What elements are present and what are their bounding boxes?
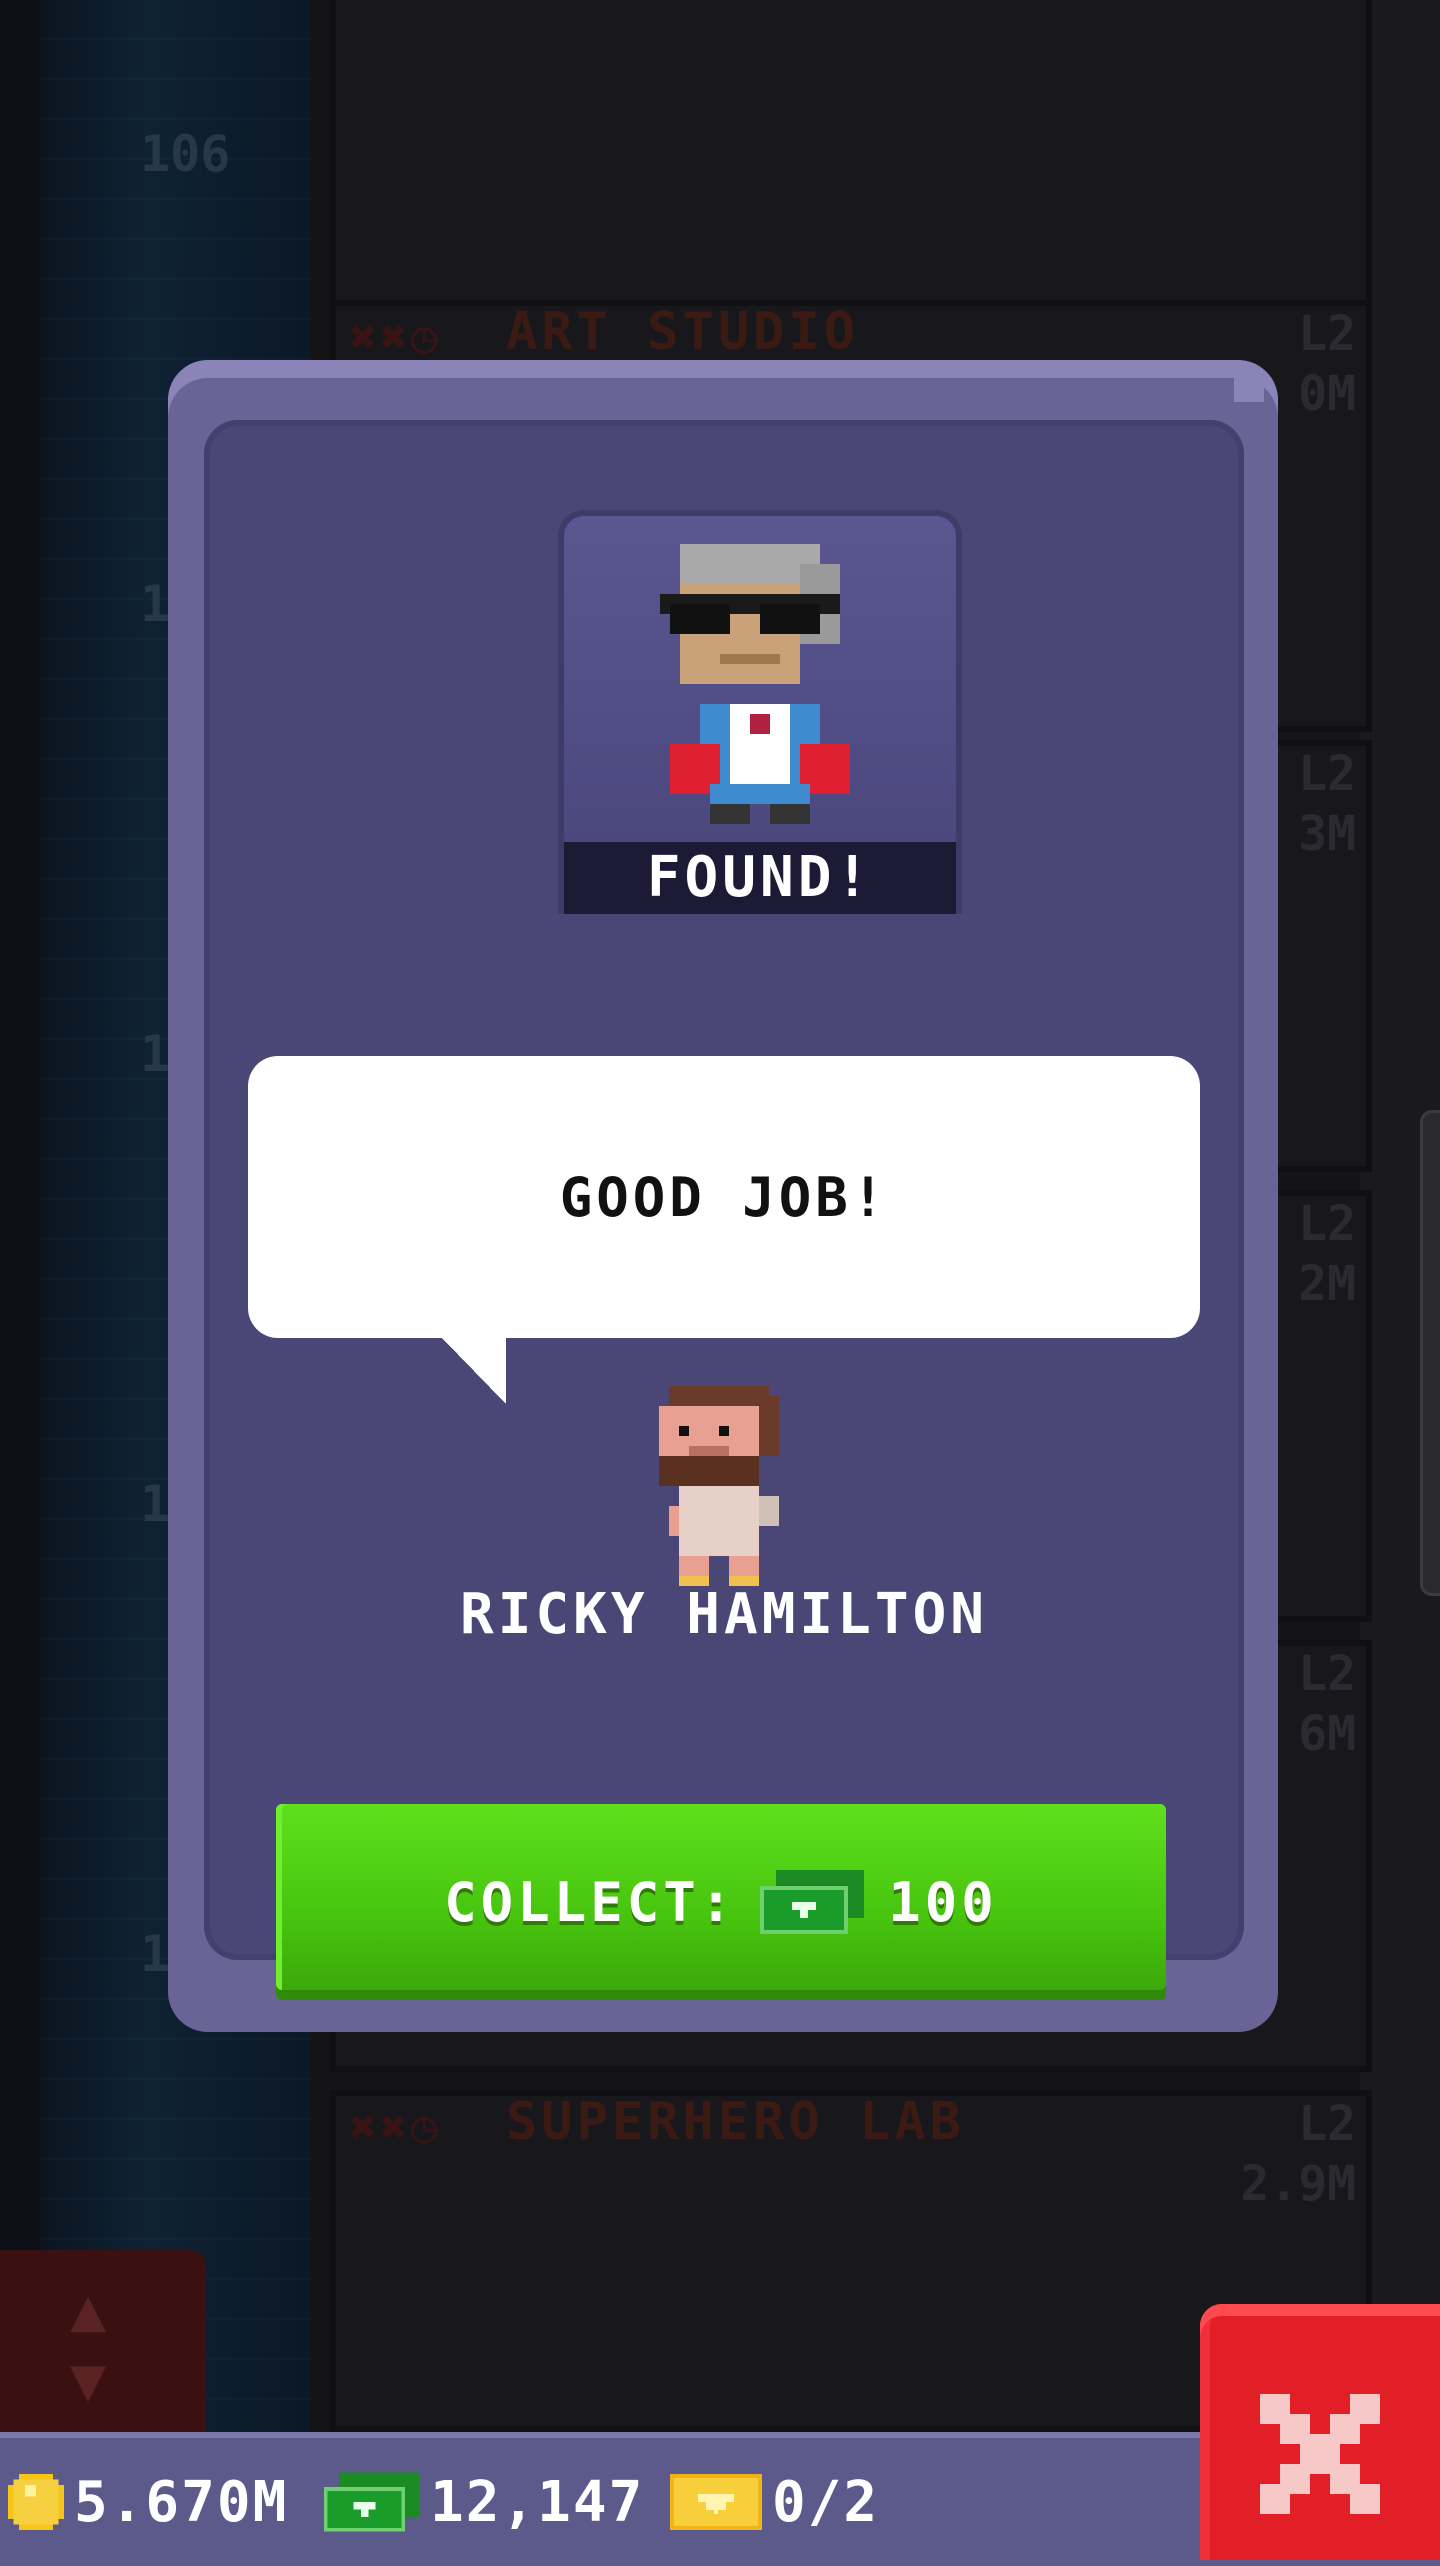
close-icon: [1260, 2394, 1380, 2514]
collect-label: COLLECT:: [444, 1870, 737, 1934]
speaker-name: RICKY HAMILTON: [459, 1582, 988, 1647]
floor-name: SUPERHERO LAB: [506, 2092, 965, 2152]
floor-number: 106: [140, 125, 231, 183]
speech-bubble: GOOD JOB!: [248, 1056, 1200, 1338]
arrow-up-icon: ▲: [70, 2275, 107, 2345]
coins-counter[interactable]: 5.670M: [8, 2438, 288, 2566]
found-label: FOUND!: [564, 842, 956, 914]
floor-level: L2: [1298, 2096, 1356, 2152]
bux-counter[interactable]: 12,147: [324, 2438, 644, 2566]
side-scroll-tab[interactable]: [1420, 1110, 1440, 1596]
coins-value: 5.670M: [74, 2469, 289, 2535]
speech-text: GOOD JOB!: [559, 1165, 889, 1229]
floor-level: L2: [1298, 1646, 1356, 1702]
speaker-avatar-icon: [659, 1386, 779, 1586]
bux-value: 12,147: [430, 2469, 645, 2535]
floor-room[interactable]: [330, 0, 1372, 312]
floor-number: 1: [140, 1925, 171, 1983]
floor-value: 2.9M: [1240, 2156, 1356, 2212]
floor-status-icons: ✖✖◷: [350, 2102, 442, 2153]
floor-value: 0M: [1298, 366, 1356, 422]
found-bitizen-portrait: FOUND!: [558, 510, 962, 914]
speech-bubble-tail: [442, 1338, 506, 1404]
close-button[interactable]: [1200, 2304, 1440, 2560]
floor-level: L2: [1298, 306, 1356, 362]
corner-decoration: [1234, 372, 1264, 402]
floor-number: 1: [140, 1475, 171, 1533]
bitizen-avatar-icon: [660, 544, 850, 824]
tickets-counter[interactable]: 0/2: [670, 2438, 879, 2566]
floor-level: L2: [1298, 1196, 1356, 1252]
tickets-value: 0/2: [772, 2469, 880, 2535]
floor-number: 1: [140, 575, 171, 633]
collect-button[interactable]: COLLECT: 100: [276, 1804, 1166, 2000]
dialog-body: FOUND! GOOD JOB! RICKY HAMILTON COLLECT:…: [204, 420, 1244, 2000]
floor-value: 2M: [1298, 1256, 1356, 1312]
floor-number: 1: [140, 1025, 171, 1083]
floor-value: 3M: [1298, 806, 1356, 862]
coin-icon: [8, 2474, 64, 2530]
elevator-button[interactable]: ▲ ▼: [0, 2250, 206, 2440]
golden-ticket-icon: [670, 2474, 762, 2530]
floor-name: ART STUDIO: [506, 302, 860, 362]
tower-bux-icon: [760, 1870, 865, 1934]
floor-level: L2: [1298, 746, 1356, 802]
bitizen-found-dialog: FOUND! GOOD JOB! RICKY HAMILTON COLLECT:…: [168, 360, 1278, 2032]
collect-amount: 100: [888, 1870, 998, 1934]
arrow-down-icon: ▼: [70, 2345, 107, 2415]
floor-status-icons: ✖✖◷: [350, 312, 442, 363]
floor-value: 6M: [1298, 1706, 1356, 1762]
tower-bux-icon: [324, 2472, 420, 2532]
